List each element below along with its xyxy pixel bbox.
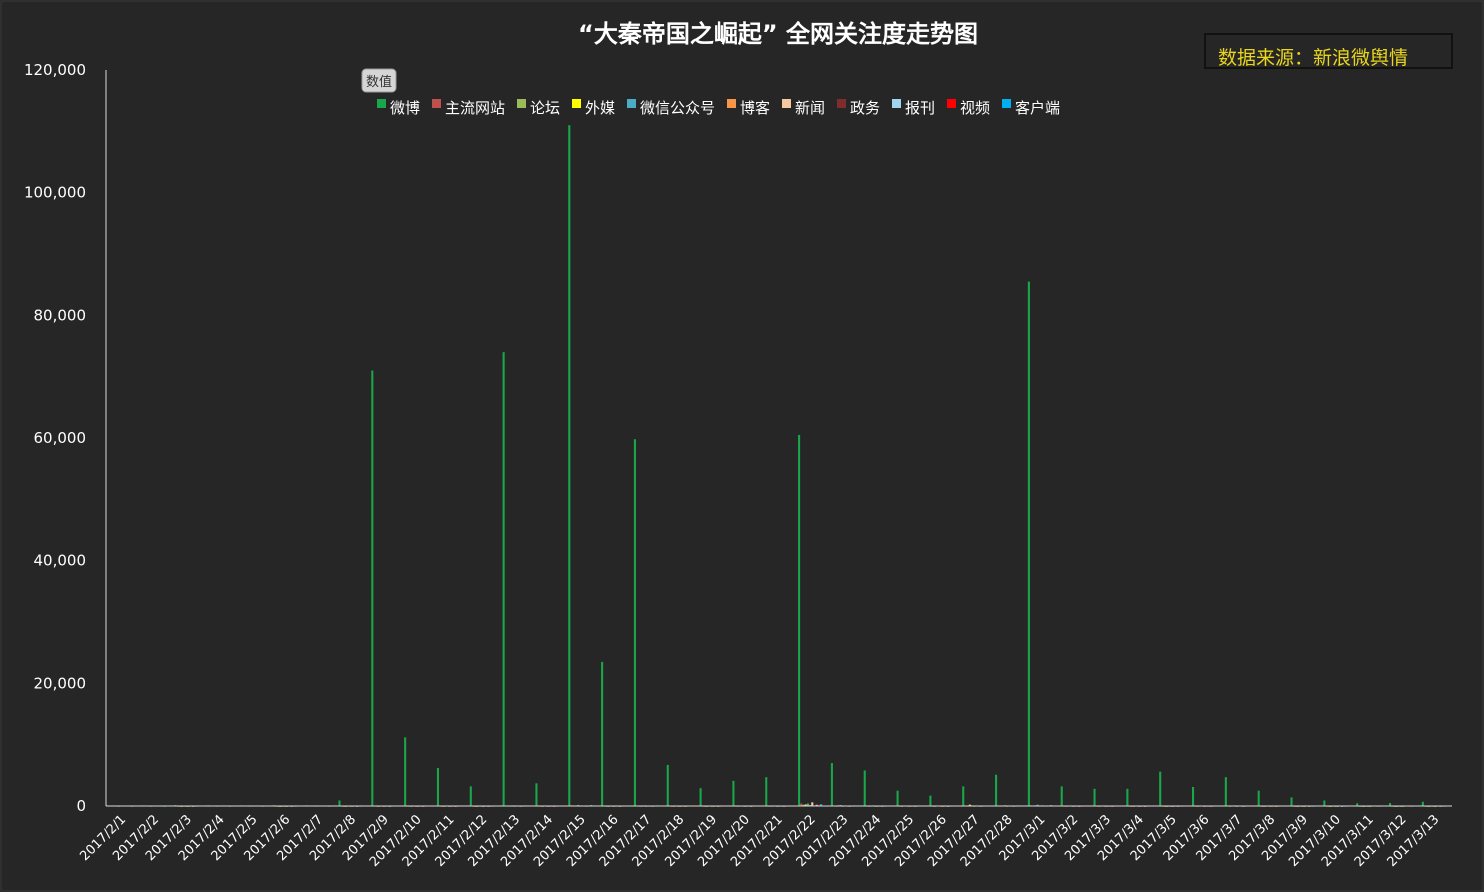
y-tick-label: 40,000: [34, 552, 87, 570]
bar-微博-2017/2/16: [601, 661, 604, 806]
legend-swatch: [837, 99, 846, 108]
bar-微博-2017/3/10: [1323, 800, 1326, 806]
bar-微博-2017/2/8: [338, 800, 341, 806]
bar-微博-2017/2/27: [962, 786, 965, 806]
bar-微博-2017/3/5: [1159, 771, 1162, 806]
chart-title: “大秦帝国之崛起” 全网关注度走势图: [578, 20, 978, 48]
legend-label: 客户端: [1015, 99, 1060, 117]
legend-label: 主流网站: [445, 99, 505, 117]
bars: [108, 125, 1446, 807]
bar-微博-2017/3/7: [1224, 777, 1227, 806]
bar-微博-2017/3/3: [1093, 788, 1096, 806]
bar-微博-2017/3/2: [1060, 786, 1063, 806]
bar-微博-2017/2/11: [436, 767, 440, 806]
bar-微博-2017/2/23: [830, 763, 833, 806]
y-tick-label: 80,000: [34, 306, 87, 324]
legend-swatch: [1002, 99, 1011, 108]
legend-swatch: [627, 99, 636, 108]
bar-微博-2017/3/4: [1126, 788, 1129, 806]
bar-微博-2017/2/12: [469, 786, 472, 806]
bar-微博-2017/2/17: [633, 439, 636, 806]
legend-label: 博客: [740, 99, 770, 117]
y-tick-label: 60,000: [34, 429, 87, 447]
value-badge[interactable]: 数值: [361, 68, 397, 93]
y-tick-label: 120,000: [24, 61, 86, 79]
bar-微博-2017/2/14: [535, 783, 538, 806]
y-tick-label: 20,000: [34, 674, 87, 692]
legend-label: 外媒: [585, 99, 615, 117]
legend-swatch: [947, 99, 956, 108]
trend-chart: “大秦帝国之崛起” 全网关注度走势图 数据来源：新浪微舆情 数值 微博 主流网站 论…: [0, 0, 1484, 892]
bar-微博-2017/2/26: [929, 795, 932, 806]
bar-微博-2017/2/18: [666, 764, 669, 806]
bar-微博-2017/2/20: [732, 780, 735, 806]
bar-微博-2017/3/13: [1421, 801, 1424, 806]
bar-微博-2017/2/28: [995, 774, 998, 806]
legend-swatch: [727, 99, 736, 108]
chart-border: [0, 0, 1484, 892]
legend-swatch: [432, 99, 441, 108]
bar-微博-2017/2/10: [404, 737, 407, 806]
bar-微博-2017/3/9: [1290, 797, 1293, 806]
legend-label: 新闻: [795, 99, 825, 117]
bar-微博-2017/2/22: [798, 434, 801, 806]
source-note: 数据来源：新浪微舆情: [1218, 47, 1408, 69]
bar-微博-2017/2/21: [765, 777, 768, 806]
source-box: 数据来源：新浪微舆情: [1204, 33, 1453, 69]
legend-swatch: [892, 99, 901, 108]
bar-微博-2017/2/15: [568, 125, 571, 806]
legend-swatch: [572, 99, 581, 108]
bar-微博-2017/3/1: [1027, 281, 1030, 807]
legend-swatch: [517, 99, 526, 108]
legend-label: 视频: [960, 99, 990, 117]
y-tick-label: 0: [76, 797, 86, 815]
bar-新闻-2017/2/22: [811, 802, 814, 806]
legend-label: 微信公众号: [640, 99, 715, 117]
bar-微博-2017/2/13: [502, 352, 505, 806]
legend-label: 微博: [390, 99, 420, 117]
legend-label: 报刊: [905, 99, 935, 117]
bar-微博-2017/2/25: [896, 790, 899, 806]
bar-微博-2017/2/19: [699, 788, 702, 806]
legend: 微博 主流网站 论坛 外媒 微信公众号 博客 新闻 政务 报刊 视频 客户端: [377, 99, 1060, 117]
bar-微博-2017/2/9: [371, 370, 374, 806]
bar-微博-2017/3/6: [1191, 786, 1195, 806]
legend-label: 政务: [850, 99, 880, 117]
y-tick-label: 100,000: [24, 184, 86, 202]
bar-微博-2017/3/8: [1257, 790, 1260, 806]
legend-label: 论坛: [530, 99, 560, 117]
value-badge-label: 数值: [366, 74, 392, 90]
legend-swatch: [377, 99, 386, 108]
chart-container: “大秦帝国之崛起” 全网关注度走势图 数据来源：新浪微舆情 数值 微博 主流网站 论…: [0, 0, 1484, 892]
bar-微博-2017/2/24: [863, 770, 866, 806]
legend-swatch: [782, 99, 791, 108]
y-axis: 0 20,000 40,000 60,000 80,000 100,000 120,000: [24, 61, 107, 815]
x-axis: 2017/2/12017/2/22017/2/32017/2/42017/2/5…: [77, 805, 1452, 870]
